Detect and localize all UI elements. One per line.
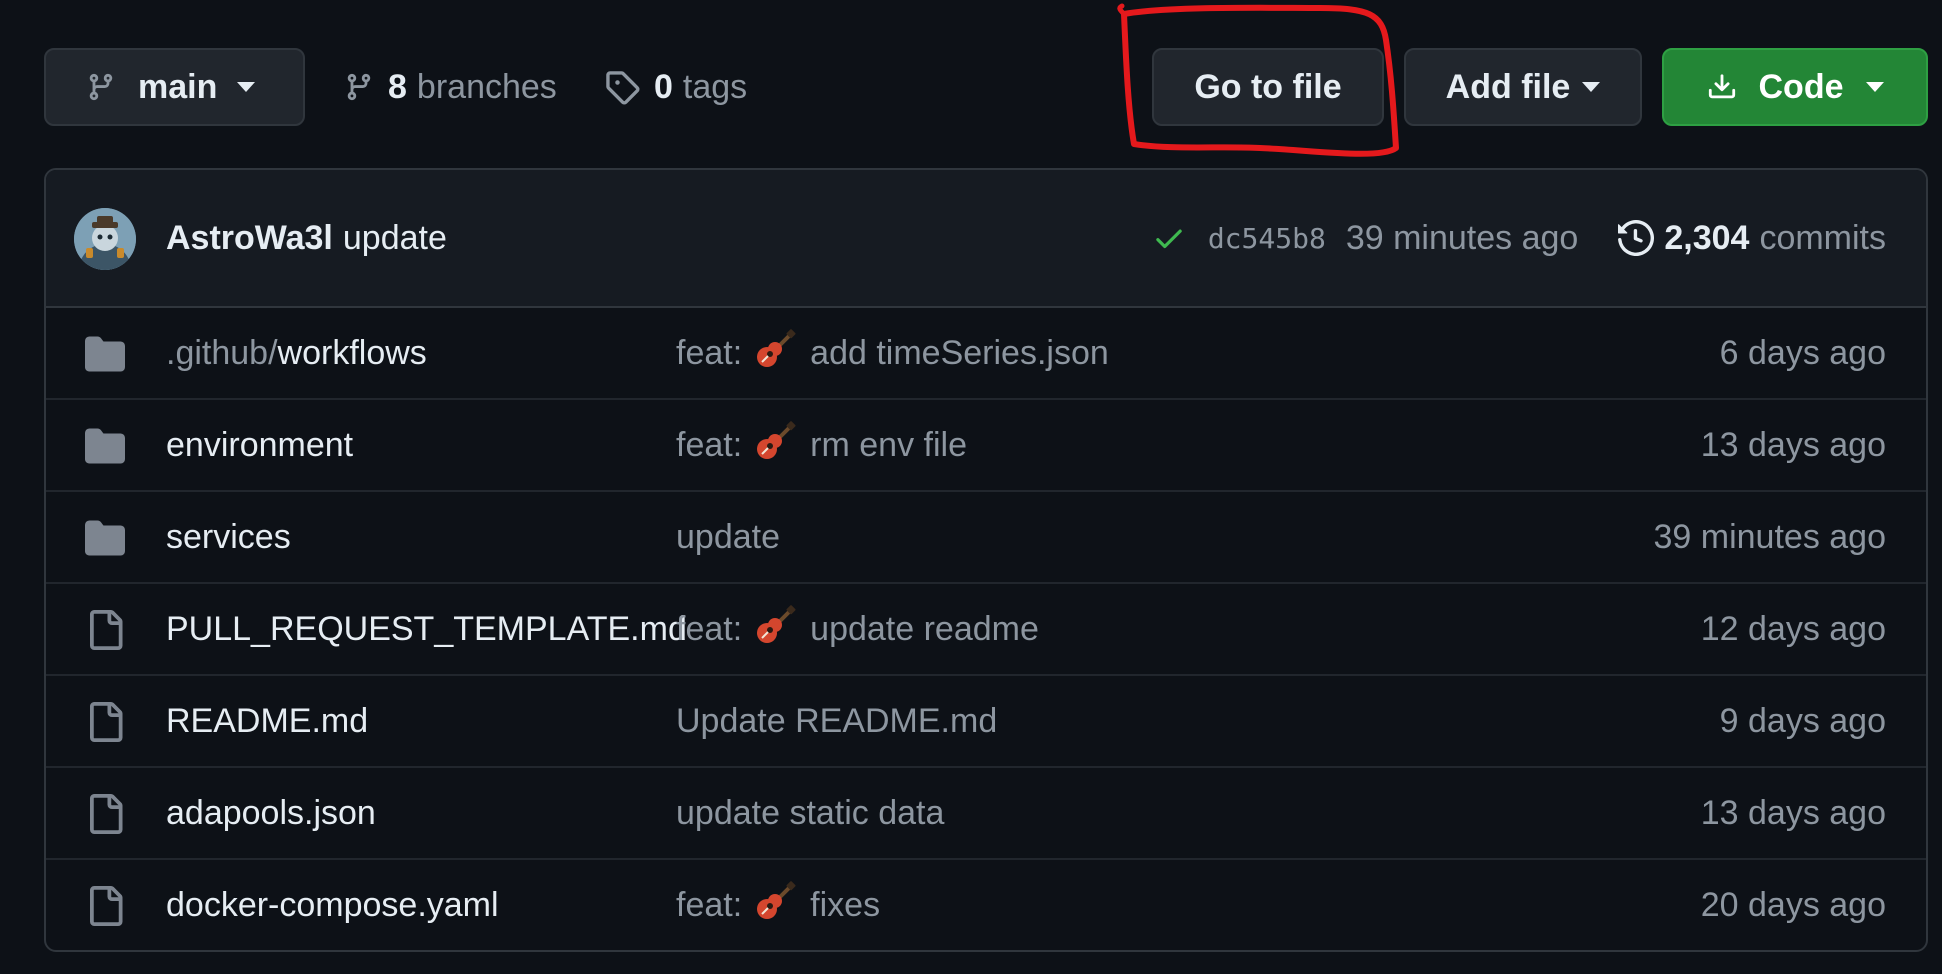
commit-message-text: fixes [810, 885, 881, 924]
go-to-file-button[interactable]: Go to file [1152, 48, 1384, 126]
branches-count: 8 [388, 67, 407, 106]
repo-file-browser: main 8 branches 0 tags Go to file Add fi… [0, 0, 1942, 974]
file-name-main: environment [166, 426, 354, 464]
add-file-label: Add file [1445, 67, 1571, 106]
chevron-down-icon [1582, 82, 1601, 92]
file-icon [84, 794, 126, 834]
file-name-main: README.md [166, 702, 369, 740]
file-age: 39 minutes ago [1653, 518, 1887, 556]
file-commit-message[interactable]: feat: rm env file [676, 400, 967, 490]
branches-label: branches [416, 67, 557, 106]
code-label: Code [1758, 67, 1844, 106]
file-row[interactable]: adapools.json update static data 13 days… [46, 768, 1926, 860]
history-icon [1618, 220, 1655, 256]
commit-message-prefix: feat: [676, 333, 743, 372]
file-age: 12 days ago [1700, 610, 1886, 648]
latest-commit-bar: AstroWa3l update dc545b8 39 minutes ago … [46, 170, 1926, 308]
file-name[interactable]: adapools.json [166, 768, 376, 858]
commit-message-text: update [676, 517, 780, 556]
file-row[interactable]: environment feat: rm env file 13 days ago [46, 400, 1926, 492]
commit-sha[interactable]: dc545b8 [1208, 222, 1326, 255]
tags-label: tags [682, 67, 748, 106]
commit-message-text: rm env file [810, 425, 967, 464]
tags-count: 0 [654, 67, 673, 106]
commit-message-prefix: feat: [676, 885, 743, 924]
check-icon[interactable] [1152, 221, 1186, 255]
file-age: 13 days ago [1700, 794, 1886, 832]
commit-message-prefix: feat: [676, 609, 743, 648]
folder-icon [84, 518, 126, 558]
file-name[interactable]: README.md [166, 676, 368, 766]
file-list-box: AstroWa3l update dc545b8 39 minutes ago … [44, 168, 1928, 952]
git-branch-icon [347, 73, 371, 101]
branch-selector-button[interactable]: main [44, 48, 305, 126]
go-to-file-label: Go to file [1194, 67, 1342, 106]
file-commit-message[interactable]: feat: add timeSeries.json [676, 308, 1109, 398]
file-name-main: adapools.json [166, 794, 376, 832]
file-row[interactable]: services update 39 minutes ago [46, 492, 1926, 584]
file-name-main: docker-compose.yaml [166, 886, 499, 924]
file-name[interactable]: docker-compose.yaml [166, 860, 499, 950]
branch-name: main [138, 67, 218, 106]
commit-message-text: Update README.md [676, 701, 998, 740]
file-age: 9 days ago [1719, 702, 1886, 740]
commits-count: 2,304 [1664, 218, 1750, 257]
file-commit-message[interactable]: update [676, 492, 780, 582]
file-row[interactable]: README.md Update README.md 9 days ago [46, 676, 1926, 768]
file-commit-message[interactable]: feat: update readme [676, 584, 1039, 674]
file-icon [84, 886, 126, 926]
guitar-emoji-icon [756, 880, 796, 930]
code-button[interactable]: Code [1662, 48, 1928, 126]
chevron-down-icon [1865, 82, 1884, 92]
commit-message[interactable]: update [343, 219, 447, 258]
tags-link[interactable]: 0 tags [604, 48, 747, 126]
file-name-main: services [166, 518, 291, 556]
guitar-emoji-icon [756, 420, 796, 470]
file-age: 6 days ago [1719, 334, 1886, 372]
file-name-main: workflows [277, 334, 427, 372]
folder-icon [84, 334, 126, 374]
commits-history-link[interactable]: 2,304 commits [1618, 219, 1886, 258]
commit-message-prefix: feat: [676, 425, 743, 464]
file-row[interactable]: docker-compose.yaml feat: fixes 20 days a… [46, 860, 1926, 950]
add-file-button[interactable]: Add file [1404, 48, 1642, 126]
file-icon [84, 610, 126, 650]
file-name-prefix: .github/ [166, 334, 278, 372]
download-icon [1708, 74, 1735, 99]
file-row[interactable]: .github/workflows feat: add timeSeries.js… [46, 308, 1926, 400]
folder-icon [84, 426, 126, 466]
commit-age[interactable]: 39 minutes ago [1346, 219, 1579, 258]
commits-label: commits [1759, 218, 1886, 257]
file-age: 13 days ago [1700, 426, 1886, 464]
commit-meta: dc545b8 39 minutes ago 2,304 commits [1152, 170, 1886, 306]
branches-link[interactable]: 8 branches [344, 48, 557, 126]
file-commit-message[interactable]: feat: fixes [676, 860, 880, 950]
file-name[interactable]: environment [166, 400, 353, 490]
commit-message-text: update static data [676, 793, 945, 832]
commit-author[interactable]: AstroWa3l [166, 219, 333, 258]
file-name[interactable]: .github/workflows [166, 308, 427, 398]
file-name[interactable]: services [166, 492, 291, 582]
chevron-down-icon [237, 82, 256, 92]
repo-toolbar: main 8 branches 0 tags Go to file Add fi… [44, 48, 1930, 128]
file-age: 20 days ago [1700, 886, 1886, 924]
git-branch-icon [89, 73, 113, 101]
file-commit-message[interactable]: Update README.md [676, 676, 997, 766]
avatar[interactable] [74, 208, 136, 270]
file-icon [84, 702, 126, 742]
tag-icon [606, 71, 640, 105]
avatar-image-icon [74, 208, 136, 270]
commit-message-text: update readme [810, 609, 1039, 648]
file-rows: .github/workflows feat: add timeSeries.js… [46, 308, 1926, 950]
file-name[interactable]: PULL_REQUEST_TEMPLATE.md [166, 584, 687, 674]
guitar-emoji-icon [756, 328, 796, 378]
guitar-emoji-icon [756, 604, 796, 654]
file-commit-message[interactable]: update static data [676, 768, 944, 858]
file-name-main: PULL_REQUEST_TEMPLATE.md [166, 610, 687, 648]
commit-message-text: add timeSeries.json [810, 333, 1109, 372]
commit-author-line: AstroWa3l update [166, 170, 447, 306]
file-row[interactable]: PULL_REQUEST_TEMPLATE.md feat: update rea… [46, 584, 1926, 676]
